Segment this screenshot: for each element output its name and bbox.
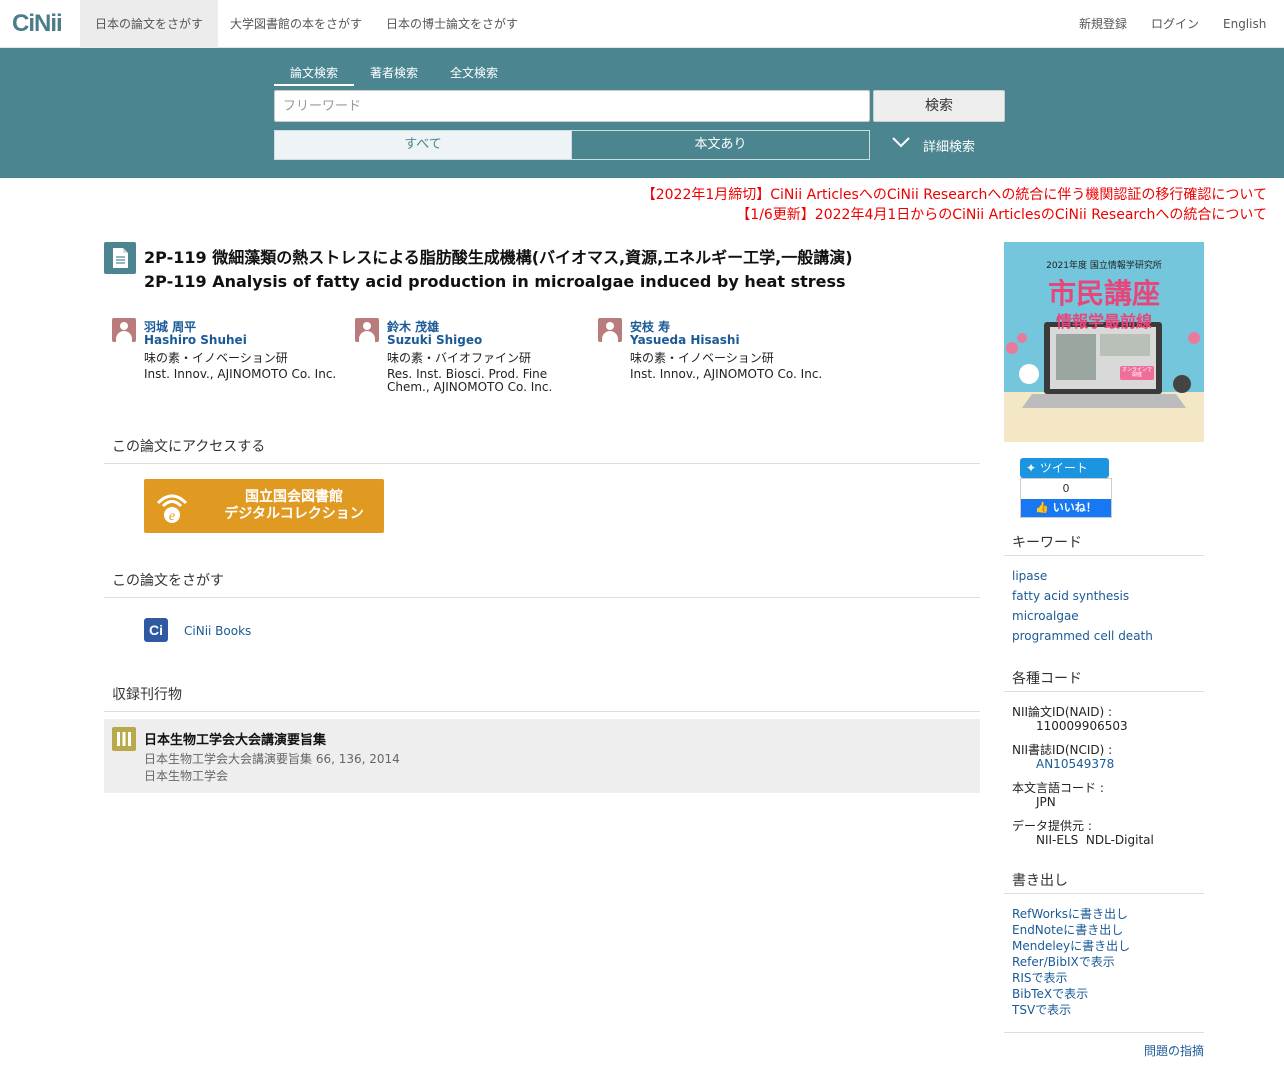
chevron-down-icon[interactable]: [892, 136, 910, 148]
fb-like-label: いいね！: [1052, 501, 1097, 514]
tab-author-search[interactable]: 著者検索: [354, 62, 434, 86]
svg-text:e: e: [169, 509, 175, 524]
nav-tab-books[interactable]: 大学図書館の本をさがす: [215, 0, 377, 48]
notice-link-1[interactable]: 【2022年1月締切】CiNii ArticlesへのCiNii Researc…: [642, 184, 1267, 204]
provider-value: NII-ELS NDL-Digital: [1036, 833, 1154, 847]
author-affiliation-en: Inst. Innov., AJINOMOTO Co. Inc.: [630, 367, 823, 381]
ndl-logo-icon: e: [156, 494, 188, 524]
author-affiliation-ja: 味の素・バイオファイン研: [387, 351, 532, 365]
nav-tab-articles[interactable]: 日本の論文をさがす: [80, 0, 219, 48]
export-tsv-link[interactable]: TSVで表示: [1012, 1001, 1071, 1018]
twitter-bird-icon: ✦: [1026, 461, 1037, 475]
avatar-icon: [112, 318, 136, 342]
filter-fulltext[interactable]: 本文あり: [571, 130, 870, 160]
cinii-logo[interactable]: CiNii: [12, 10, 63, 38]
ndl-line-2: デジタルコレクション: [224, 506, 364, 522]
notice-link-2[interactable]: 【1/6更新】2022年4月1日からのCiNii ArticlesのCiNii …: [736, 204, 1267, 224]
banner-subtitle: 情報学最前線: [1055, 312, 1152, 331]
keywords-heading: キーワード: [1004, 532, 1204, 556]
keyword-link[interactable]: lipase: [1012, 569, 1047, 583]
banner-tag: オンラインで開催: [1121, 367, 1152, 378]
author-affiliation-ja: 味の素・イノベーション研: [630, 351, 774, 365]
tab-fulltext-search[interactable]: 全文検索: [434, 62, 514, 86]
export-ris-link[interactable]: RISで表示: [1012, 969, 1068, 986]
lang-value: JPN: [1036, 795, 1056, 809]
author-name-en[interactable]: Hashiro Shuhei: [144, 333, 247, 347]
export-refworks-link[interactable]: RefWorksに書き出し: [1012, 905, 1128, 922]
codes-heading: 各種コード: [1004, 668, 1204, 692]
export-heading: 書き出し: [1004, 870, 1204, 894]
avatar-icon: [598, 318, 622, 342]
journal-heading: 収録刊行物: [104, 684, 980, 712]
divider: [1004, 1032, 1204, 1033]
keyword-link[interactable]: programmed cell death: [1012, 629, 1153, 643]
ndl-digital-button[interactable]: e 国立国会図書館 デジタルコレクション: [144, 479, 384, 533]
tweet-label: ツイート: [1039, 461, 1088, 475]
cinii-books-link[interactable]: CiNii Books: [184, 624, 251, 638]
thumbs-up-icon: 👍: [1035, 501, 1049, 514]
find-heading: この論文をさがす: [104, 570, 980, 598]
lang-label: 本文言語コード :: [1012, 781, 1104, 795]
document-icon: [104, 242, 136, 274]
report-problem-link[interactable]: 問題の指摘: [1144, 1042, 1204, 1059]
banner-title: 市民講座: [1047, 277, 1160, 310]
author-affiliation-en: Res. Inst. Biosci. Prod. Fine Chem., AJI…: [387, 367, 553, 394]
top-navbar: CiNii 日本の論文をさがす 大学図書館の本をさがす 日本の博士論文をさがす …: [0, 0, 1284, 48]
author-affiliation-ja: 味の素・イノベーション研: [144, 351, 288, 365]
search-band: 論文検索 著者検索 全文検索 検索 すべて 本文あり 詳細検索: [0, 48, 1284, 178]
naid-label: NII論文ID(NAID) :: [1012, 705, 1113, 719]
export-endnote-link[interactable]: EndNoteに書き出し: [1012, 921, 1123, 938]
access-heading: この論文にアクセスする: [104, 436, 980, 464]
journal-title[interactable]: 日本生物工学会大会講演要旨集: [144, 729, 326, 748]
search-button[interactable]: 検索: [873, 90, 1005, 122]
register-link[interactable]: 新規登録: [1079, 0, 1127, 48]
nav-tab-dissertations[interactable]: 日本の博士論文をさがす: [371, 0, 533, 48]
export-bibtex-link[interactable]: BibTeXで表示: [1012, 985, 1088, 1002]
ndl-button-text: 国立国会図書館 デジタルコレクション: [214, 489, 374, 523]
banner-top: 2021年度 国立情報学研究所: [1046, 261, 1162, 271]
tab-article-search[interactable]: 論文検索: [274, 62, 354, 86]
ndl-line-1: 国立国会図書館: [245, 489, 343, 505]
naid-value: 110009906503: [1036, 719, 1128, 733]
search-input[interactable]: [274, 90, 870, 122]
english-link[interactable]: English: [1223, 0, 1266, 48]
tweet-button[interactable]: ✦ ツイート: [1020, 458, 1109, 478]
advanced-search-link[interactable]: 詳細検索: [923, 136, 975, 155]
author-name-en[interactable]: Suzuki Shigeo: [387, 333, 482, 347]
ncid-label: NII書誌ID(NCID) :: [1012, 743, 1113, 757]
article-title-ja: 2P-119 微細藻類の熱ストレスによる脂肪酸生成機構(バイオマス,資源,エネル…: [144, 248, 853, 267]
journal-card: 日本生物工学会大会講演要旨集 日本生物工学会大会講演要旨集 66, 136, 2…: [104, 719, 980, 793]
keyword-link[interactable]: fatty acid synthesis: [1012, 589, 1129, 603]
facebook-like-widget[interactable]: 0 👍 いいね！: [1020, 478, 1112, 518]
journal-publisher: 日本生物工学会: [144, 769, 229, 783]
keyword-link[interactable]: microalgae: [1012, 609, 1079, 623]
cinii-books-icon[interactable]: Ci: [144, 618, 168, 642]
lecture-banner[interactable]: 2021年度 国立情報学研究所 市民講座 情報学最前線 オンラインで開催: [1004, 242, 1204, 442]
author-name-en[interactable]: Yasueda Hisashi: [630, 333, 740, 347]
ncid-link[interactable]: AN10549378: [1036, 757, 1114, 771]
export-mendeley-link[interactable]: Mendeleyに書き出し: [1012, 937, 1130, 954]
avatar-icon: [355, 318, 379, 342]
provider-label: データ提供元 :: [1012, 819, 1092, 833]
export-refer-link[interactable]: Refer/BibIXで表示: [1012, 953, 1115, 970]
journal-detail: 日本生物工学会大会講演要旨集 66, 136, 2014: [144, 752, 400, 766]
author-affiliation-en: Inst. Innov., AJINOMOTO Co. Inc.: [144, 367, 337, 381]
article-title-en: 2P-119 Analysis of fatty acid production…: [144, 272, 846, 291]
filter-all[interactable]: すべて: [274, 130, 572, 160]
fb-like-count: 0: [1062, 482, 1070, 495]
fb-like-button[interactable]: 👍 いいね！: [1021, 499, 1111, 517]
login-link[interactable]: ログイン: [1151, 0, 1199, 48]
journal-icon: [112, 727, 136, 751]
